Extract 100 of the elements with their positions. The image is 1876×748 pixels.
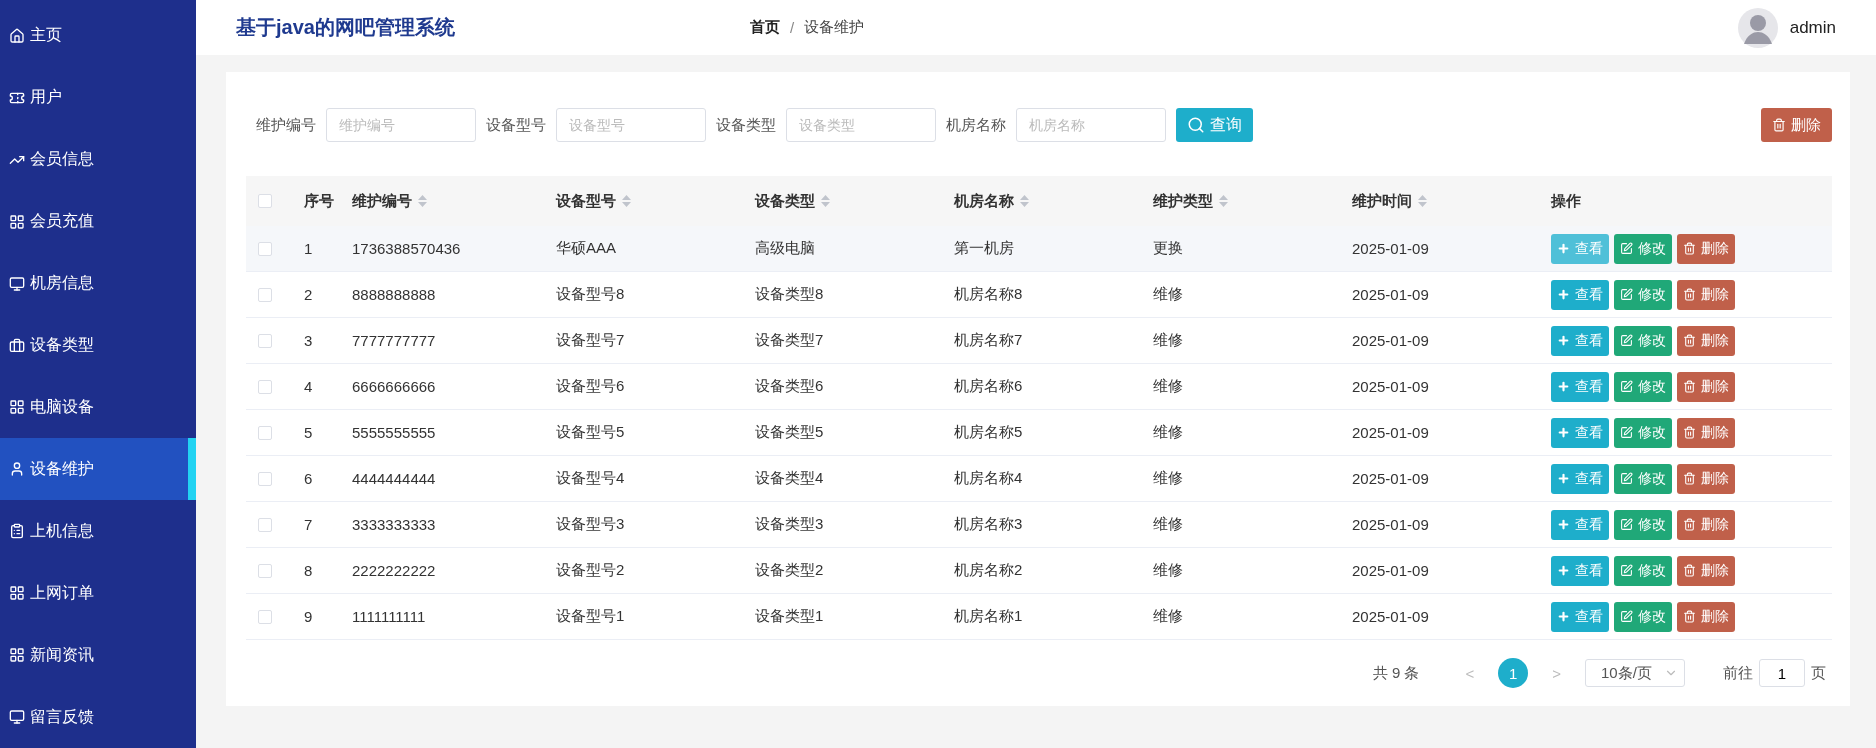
goto-page-input[interactable]: 1 [1759,659,1805,687]
view-button[interactable]: 查看 [1551,325,1609,356]
avatar-icon[interactable] [1737,7,1778,48]
delete-button[interactable]: 删除 [1677,279,1735,310]
row-checkbox[interactable] [258,425,272,440]
table-cell-text: 设备型号3 [555,515,626,534]
sidebar-item[interactable]: 上网订单 [0,562,196,625]
delete-button[interactable]: 删除 [1677,371,1735,402]
row-checkbox[interactable] [258,471,272,486]
table-cell-text: 2025-01-09 [1351,424,1430,441]
sidebar-item[interactable]: 用户 [0,66,196,129]
delete-button[interactable]: 删除 [1677,417,1735,448]
row-checkbox[interactable] [258,609,272,624]
delete-button[interactable]: 删除 [1677,601,1735,632]
sidebar-item[interactable]: 上机信息 [0,500,196,563]
row-checkbox[interactable] [258,241,272,256]
table-cell-text: 机房名称3 [953,515,1024,534]
edit-button[interactable]: 修改 [1614,509,1672,540]
table-cell-text: 8888888888 [351,286,437,303]
filter-input[interactable]: 机房名称 [1016,108,1166,142]
row-checkbox[interactable] [258,517,272,532]
sidebar-item[interactable]: 设备类型 [0,314,196,377]
delete-button[interactable]: 删除 [1677,233,1735,264]
view-button[interactable]: 查看 [1551,233,1609,264]
page-number[interactable]: 1 [1498,658,1529,688]
edit-button[interactable]: 修改 [1614,601,1672,632]
table-cell-text: 更换 [1152,239,1184,258]
edit-icon [1620,426,1633,439]
delete-button[interactable]: 删除 [1677,555,1735,586]
row-checkbox[interactable] [258,333,272,348]
table-cell-text: 华硕AAA [555,239,617,258]
sidebar-item[interactable]: 会员信息 [0,128,196,191]
view-button[interactable]: 查看 [1551,371,1609,402]
breadcrumb-link[interactable]: 首页 [750,18,780,37]
column-header: 操作 [1551,191,1581,211]
sidebar-item[interactable]: 电脑设备 [0,376,196,439]
sidebar-item[interactable]: 主页 [0,5,196,67]
sidebar-item[interactable]: 设备维护 [0,438,196,501]
sort-icon[interactable] [622,195,631,207]
edit-button[interactable]: 修改 [1614,555,1672,586]
table-cell-text: 设备型号5 [555,423,626,442]
view-button[interactable]: 查看 [1551,417,1609,448]
table-cell-text: 设备类型3 [754,515,825,534]
sidebar-item[interactable]: 新闻资讯 [0,624,196,687]
table-cell-text: 2025-01-09 [1351,378,1430,395]
edit-button[interactable]: 修改 [1614,417,1672,448]
sort-icon[interactable] [1219,195,1228,207]
plus-icon [1557,564,1570,577]
table-cell-text: 2025-01-09 [1351,240,1430,257]
goto-label: 前往 [1723,663,1753,683]
sort-icon[interactable] [821,195,830,207]
table-cell-text: 维修 [1152,607,1184,626]
column-header: 维护编号 [352,191,412,211]
view-button[interactable]: 查看 [1551,509,1609,540]
search-icon [1187,116,1205,134]
sidebar-item[interactable]: 机房信息 [0,252,196,315]
filter-input[interactable]: 设备类型 [786,108,936,142]
view-button[interactable]: 查看 [1551,555,1609,586]
filter-input[interactable]: 维护编号 [326,108,476,142]
edit-button[interactable]: 修改 [1614,463,1672,494]
table-cell-text: 5 [303,424,314,441]
row-checkbox[interactable] [258,563,272,578]
row-checkbox[interactable] [258,287,272,302]
edit-button[interactable]: 修改 [1614,325,1672,356]
sidebar-item[interactable]: 会员充值 [0,190,196,253]
table-cell-text: 2025-01-09 [1351,470,1430,487]
edit-button[interactable]: 修改 [1614,371,1672,402]
sidebar-item[interactable]: 留言反馈 [0,686,196,748]
delete-button[interactable]: 删除 [1761,108,1832,142]
view-button[interactable]: 查看 [1551,279,1609,310]
plus-icon [1557,610,1570,623]
table-cell-text: 机房名称8 [953,285,1024,304]
delete-button[interactable]: 删除 [1677,463,1735,494]
edit-button[interactable]: 修改 [1614,279,1672,310]
sort-icon[interactable] [1418,195,1427,207]
view-button[interactable]: 查看 [1551,601,1609,632]
table-cell-text: 1111111111 [351,608,427,625]
edit-icon [1620,472,1633,485]
user-name[interactable]: admin [1789,17,1836,38]
sort-icon[interactable] [418,195,427,207]
table-cell-text: 维修 [1152,469,1184,488]
search-button[interactable]: 查询 [1176,108,1253,142]
plus-icon [1557,518,1570,531]
page-size-select[interactable]: 10条/页 [1585,659,1685,687]
table-cell-text: 4444444444 [351,470,437,487]
table-cell-text: 设备型号1 [555,607,626,626]
delete-button[interactable]: 删除 [1677,325,1735,356]
edit-button[interactable]: 修改 [1614,233,1672,264]
delete-button[interactable]: 删除 [1677,509,1735,540]
grid-icon [9,647,25,664]
breadcrumb-link[interactable]: 设备维护 [804,18,865,37]
table-cell-text: 设备型号4 [555,469,626,488]
table-cell-text: 3 [303,332,314,349]
table-cell-text: 2222222222 [351,562,437,579]
filter-input[interactable]: 设备型号 [556,108,706,142]
view-button[interactable]: 查看 [1551,463,1609,494]
row-checkbox[interactable] [258,379,272,394]
breadcrumb-separator: / [790,19,795,36]
select-all-checkbox[interactable] [258,194,272,208]
sort-icon[interactable] [1020,195,1029,207]
